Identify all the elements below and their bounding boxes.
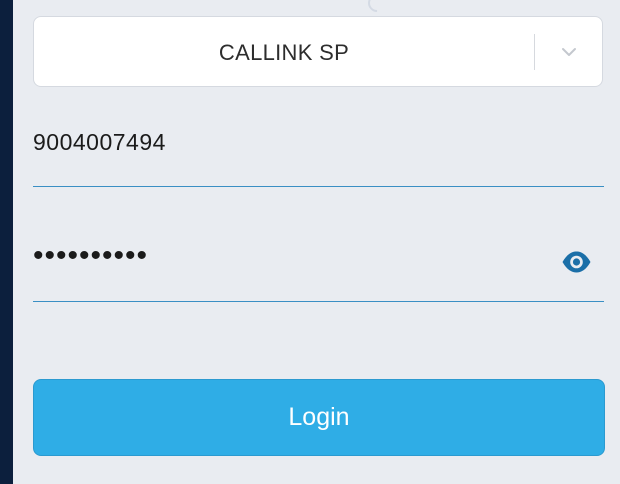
login-button[interactable]: Login: [33, 379, 605, 456]
eye-icon[interactable]: [561, 251, 592, 273]
app-background: CALLINK SP 9004007494 •••••••••• Login: [0, 0, 620, 484]
account-select-value: CALLINK SP: [218, 40, 350, 65]
select-divider: [534, 34, 535, 70]
password-field[interactable]: ••••••••••: [33, 220, 604, 302]
password-input-value[interactable]: ••••••••••: [33, 241, 148, 271]
phone-input-value[interactable]: 9004007494: [33, 129, 166, 156]
chevron-down-icon[interactable]: [558, 41, 580, 63]
login-panel: CALLINK SP 9004007494 •••••••••• Login: [13, 0, 620, 484]
phone-field[interactable]: 9004007494: [33, 105, 604, 187]
account-select[interactable]: CALLINK SP: [33, 16, 603, 87]
loading-spinner-icon: [364, 0, 390, 16]
